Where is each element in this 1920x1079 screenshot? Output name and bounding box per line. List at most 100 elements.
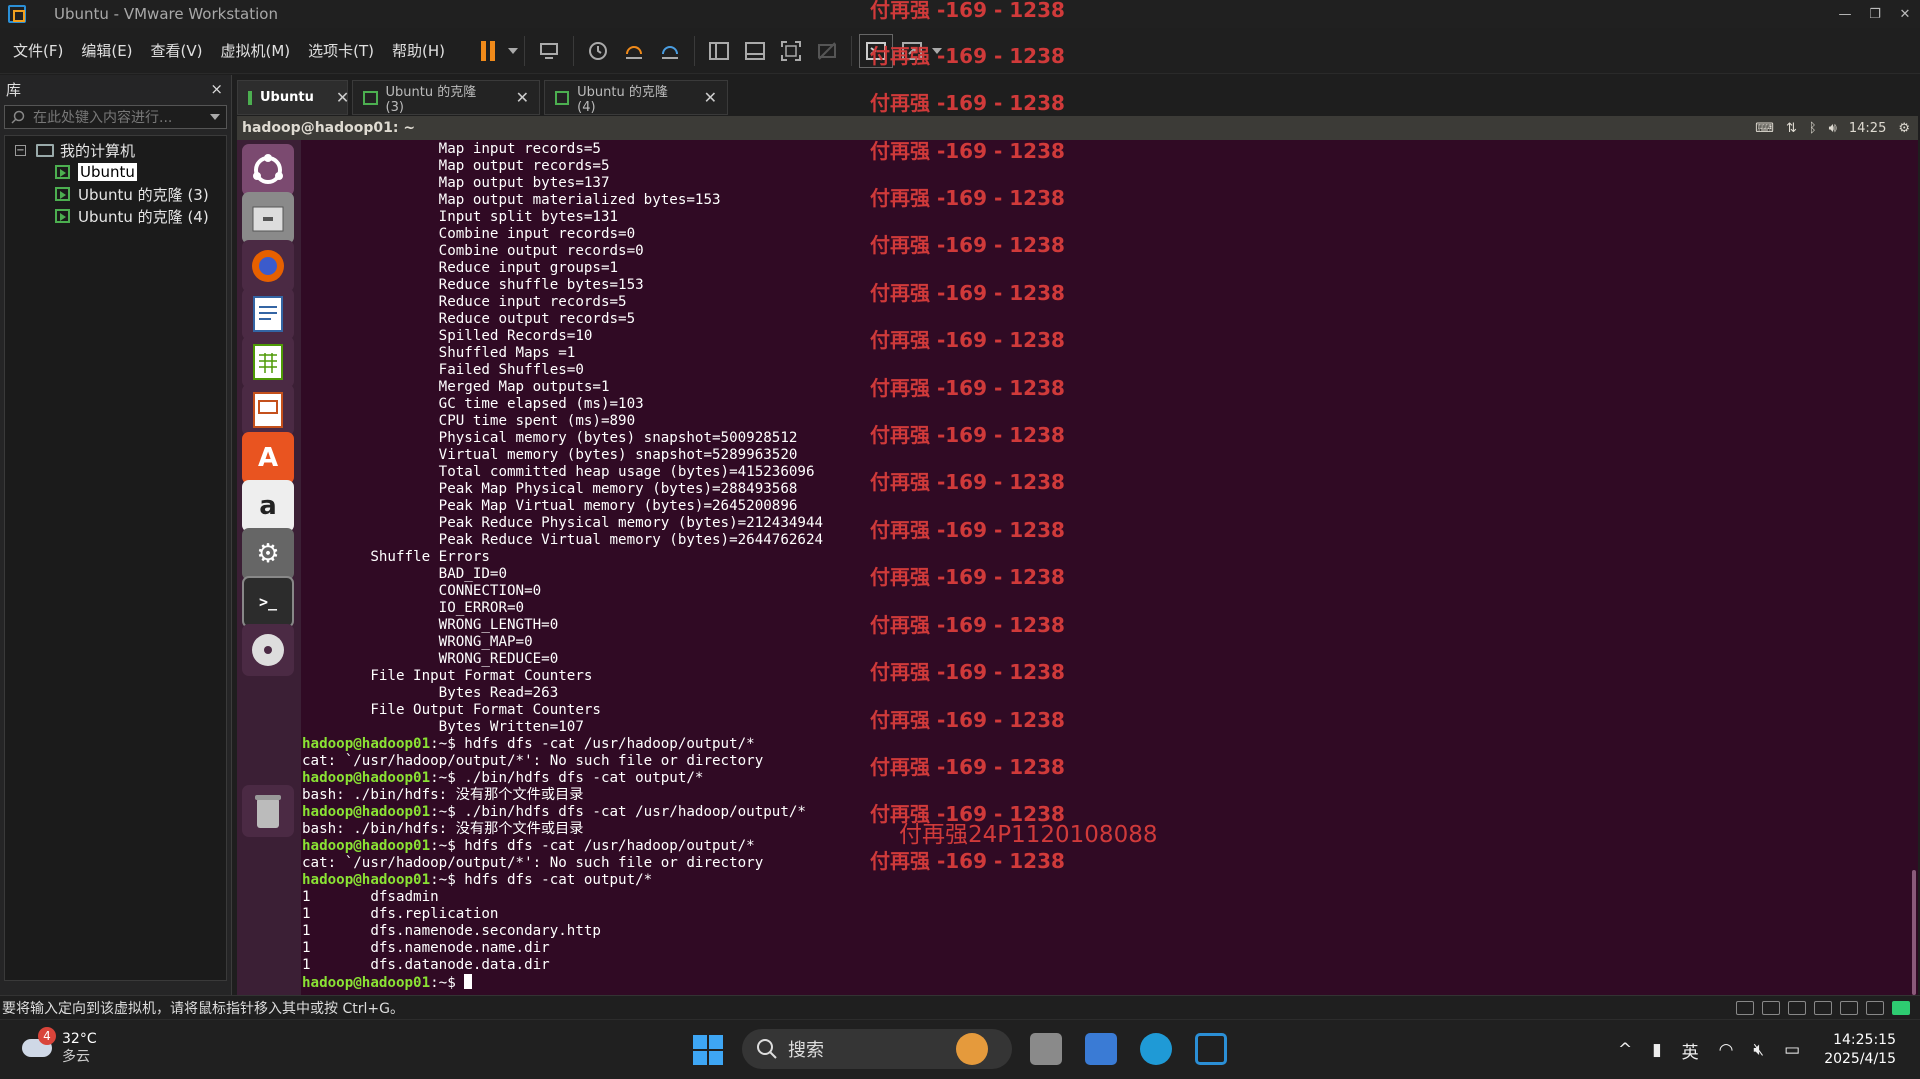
close-icon[interactable]: ✕ — [336, 88, 349, 107]
trash-icon[interactable] — [242, 785, 294, 837]
ime-indicator[interactable]: 英 — [1682, 1038, 1699, 1063]
close-icon[interactable]: ✕ — [704, 88, 717, 107]
library-search-input[interactable]: 在此处键入内容进行... — [4, 105, 227, 129]
menu-file[interactable]: 文件(F) — [0, 40, 72, 61]
line-text: bash: ./bin/hdfs: 没有那个文件或目录 — [302, 787, 584, 803]
thumbnail-bar-button[interactable] — [738, 34, 772, 68]
snapshot-button[interactable] — [581, 34, 615, 68]
paint-palette-icon[interactable] — [956, 1033, 988, 1065]
shell-prompt: hadoop@hadoop01 — [302, 770, 431, 786]
cd-rom-icon[interactable] — [1762, 1000, 1780, 1015]
chevron-down-icon[interactable] — [508, 47, 519, 54]
start-button[interactable] — [693, 1035, 723, 1065]
message-log-icon[interactable] — [1892, 1000, 1910, 1015]
tree-item-ubuntu[interactable]: Ubuntu — [5, 161, 226, 183]
dvd-icon[interactable] — [242, 624, 294, 676]
stretch-view-button[interactable] — [895, 34, 929, 68]
file-explorer-icon[interactable] — [1030, 1033, 1062, 1065]
printer-icon[interactable] — [1814, 1000, 1832, 1015]
usb-icon[interactable] — [1866, 1000, 1884, 1015]
close-icon[interactable]: ✕ — [1890, 0, 1920, 28]
send-ctrl-alt-del-button[interactable] — [532, 34, 566, 68]
hard-disk-icon[interactable] — [1736, 1000, 1754, 1015]
menu-tabs[interactable]: 选项卡(T) — [299, 40, 383, 61]
indicator-area: ⌨ ⇅ ᛒ 🔊︎ 14:25 ⚙ — [1755, 116, 1910, 140]
bluetooth-icon[interactable]: ᛒ — [1809, 121, 1817, 136]
files-icon[interactable] — [242, 192, 294, 244]
terminal-line: Total committed heap usage (bytes)=41523… — [302, 464, 1902, 481]
tree-root-my-computer[interactable]: − 我的计算机 — [5, 139, 226, 161]
bookmark-icon[interactable]: ▮ — [1652, 1040, 1661, 1060]
terminal-line: Peak Reduce Virtual memory (bytes)=26447… — [302, 532, 1902, 549]
keyboard-icon[interactable]: ⌨ — [1755, 121, 1774, 136]
chevron-down-icon[interactable] — [932, 47, 943, 54]
taskbar-clock[interactable]: 14:25:15 2025/4/15 — [1824, 1031, 1896, 1069]
weather-widget[interactable]: 4 32°C 多云 — [22, 1027, 97, 1066]
pause-button[interactable] — [471, 34, 505, 68]
vm-display[interactable]: hadoop@hadoop01: ~ ⌨ ⇅ ᛒ 🔊︎ 14:25 ⚙ A a … — [237, 116, 1918, 995]
network-adapter-icon[interactable] — [1788, 1000, 1806, 1015]
firefox-icon[interactable] — [242, 240, 294, 292]
tab-ubuntu-clone-3[interactable]: Ubuntu 的克隆 (3) ✕ — [352, 80, 540, 115]
terminal-icon[interactable]: >_ — [242, 576, 294, 628]
battery-icon[interactable]: ▭ — [1784, 1040, 1800, 1060]
revert-snapshot-button[interactable] — [617, 34, 651, 68]
mute-icon[interactable]: 🔇︎ — [1753, 1040, 1764, 1060]
menu-view[interactable]: 查看(V) — [142, 40, 212, 61]
ubuntu-dash-icon[interactable] — [242, 144, 294, 196]
minimize-icon[interactable]: — — [1830, 0, 1860, 28]
terminal-line: Peak Map Physical memory (bytes)=2884935… — [302, 481, 1902, 498]
shell-prompt: hadoop@hadoop01 — [302, 804, 431, 820]
terminal-line: Spilled Records=10 — [302, 328, 1902, 345]
volume-icon[interactable]: 🔊︎ — [1829, 121, 1837, 136]
panel-clock[interactable]: 14:25 — [1849, 121, 1886, 136]
library-close-icon[interactable]: × — [210, 80, 223, 98]
tab-ubuntu-clone-4[interactable]: Ubuntu 的克隆 (4) ✕ — [544, 80, 728, 115]
terminal-line: File Input Format Counters — [302, 668, 1902, 685]
control-panel-icon[interactable] — [1085, 1033, 1117, 1065]
collapse-icon[interactable]: − — [15, 144, 26, 156]
close-icon[interactable]: ✕ — [516, 88, 529, 107]
terminal-scrollbar[interactable] — [1902, 140, 1918, 995]
chevron-down-icon[interactable] — [210, 114, 220, 120]
terminal-line: hadoop@hadoop01:~$ hdfs dfs -cat /usr/ha… — [302, 736, 1902, 753]
menu-vm[interactable]: 虚拟机(M) — [212, 40, 300, 61]
terminal-line: 1 dfs.namenode.secondary.http — [302, 923, 1902, 940]
settings-gear-icon[interactable]: ⚙ — [1898, 121, 1910, 136]
libreoffice-writer-icon[interactable] — [242, 288, 294, 340]
vmware-taskbar-icon[interactable] — [1195, 1033, 1227, 1065]
libreoffice-calc-icon[interactable] — [242, 336, 294, 388]
chevron-up-icon[interactable]: ^ — [1618, 1040, 1632, 1060]
line-text: Shuffled Maps =1 — [302, 345, 576, 361]
windows-logo-icon — [693, 1035, 707, 1049]
wifi-icon[interactable]: ◠ — [1719, 1040, 1734, 1060]
system-settings-icon[interactable]: ⚙ — [242, 528, 294, 580]
terminal-line: Map output records=5 — [302, 158, 1902, 175]
snapshot-manager-button[interactable] — [653, 34, 687, 68]
terminal-line: Reduce input groups=1 — [302, 260, 1902, 277]
clock-time: 14:25:15 — [1833, 1032, 1896, 1048]
menu-help[interactable]: 帮助(H) — [383, 40, 454, 61]
tab-label: Ubuntu — [260, 90, 314, 105]
sound-card-icon[interactable] — [1840, 1000, 1858, 1015]
tab-label: Ubuntu 的克隆 (4) — [577, 84, 668, 115]
menu-edit[interactable]: 编辑(E) — [72, 40, 141, 61]
terminal-line: Reduce output records=5 — [302, 311, 1902, 328]
full-screen-button[interactable] — [774, 34, 808, 68]
line-text: :~$ ./bin/hdfs dfs -cat output/* — [430, 770, 704, 786]
tree-item-ubuntu-clone-3[interactable]: Ubuntu 的克隆 (3) — [5, 183, 226, 205]
tree-item-ubuntu-clone-4[interactable]: Ubuntu 的克隆 (4) — [5, 205, 226, 227]
libreoffice-impress-icon[interactable] — [242, 384, 294, 436]
terminal-line: Shuffled Maps =1 — [302, 345, 1902, 362]
network-icon[interactable]: ⇅ — [1786, 121, 1797, 136]
terminal-output[interactable]: Map input records=5 Map output records=5… — [302, 140, 1902, 995]
scrollbar-thumb[interactable] — [1912, 870, 1916, 995]
software-center-icon[interactable]: A — [242, 432, 294, 484]
edge-browser-icon[interactable] — [1140, 1033, 1172, 1065]
amazon-icon[interactable]: a — [242, 480, 294, 532]
show-library-button[interactable] — [702, 34, 736, 68]
console-view-button[interactable] — [859, 33, 894, 68]
restore-icon[interactable]: ❐ — [1860, 0, 1890, 28]
unity-mode-button[interactable] — [810, 34, 844, 68]
tab-ubuntu[interactable]: Ubuntu ✕ — [237, 80, 349, 115]
